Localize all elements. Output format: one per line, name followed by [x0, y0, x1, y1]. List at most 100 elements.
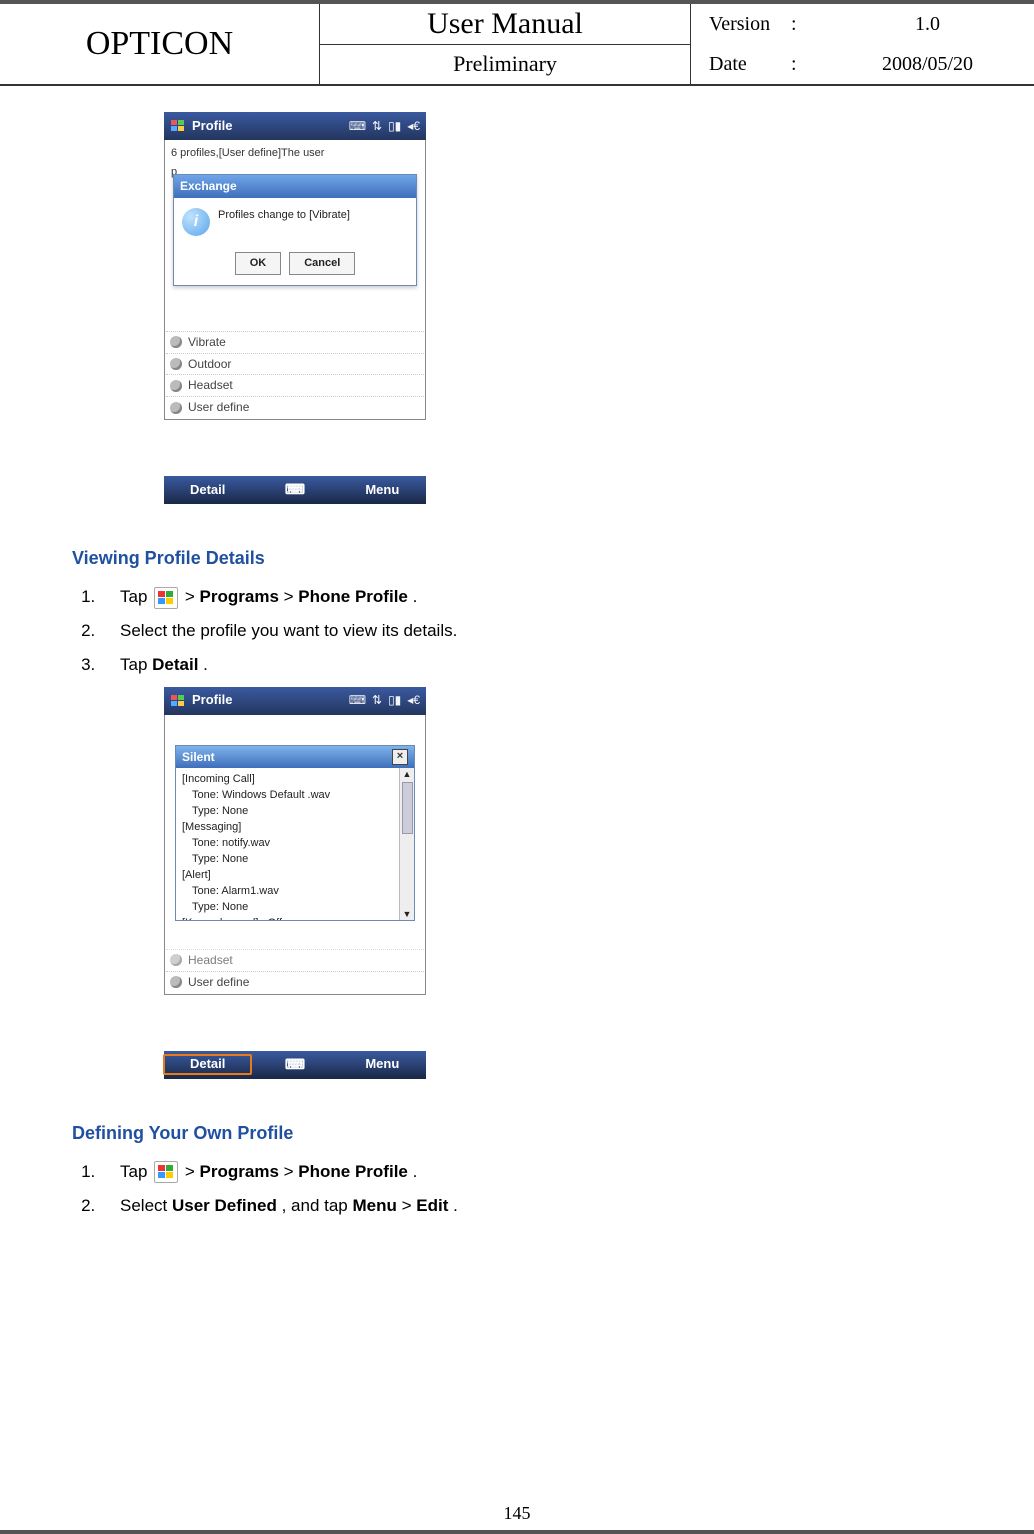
- detail-line: Type: None: [182, 900, 408, 916]
- profile-list-behind: Headset User define: [166, 949, 424, 993]
- start-icon: [154, 1161, 178, 1183]
- date-label: Date: [691, 53, 791, 76]
- version-label: Version: [691, 13, 791, 36]
- list-item[interactable]: Headset: [166, 374, 424, 396]
- text: >: [284, 587, 299, 606]
- heading-defining-own-profile: Defining Your Own Profile: [72, 1121, 962, 1146]
- text: .: [413, 587, 418, 606]
- detail-line: Tone: notify.wav: [182, 836, 408, 852]
- dialog-message: Profiles change to [Vibrate]: [218, 208, 350, 223]
- start-icon[interactable]: [170, 693, 186, 709]
- bullet-icon: [170, 336, 182, 348]
- signal-icon: ▯▮: [388, 692, 401, 709]
- page-number: 145: [0, 1503, 1034, 1524]
- softkey-detail[interactable]: Detail: [164, 481, 251, 499]
- text: , and tap: [282, 1196, 353, 1215]
- softkey-keyboard-icon[interactable]: ⌨: [251, 1055, 338, 1075]
- header-mid: User Manual Preliminary: [320, 4, 690, 84]
- titlebar: Profile ⌨ ⇅ ▯▮ ◂€: [164, 687, 426, 715]
- softkey-menu[interactable]: Menu: [339, 481, 426, 499]
- start-icon: [154, 587, 178, 609]
- softkey-bar: Detail ⌨ Menu: [164, 1051, 426, 1079]
- doc-subtitle: Preliminary: [320, 45, 690, 85]
- date-value: 2008/05/20: [821, 53, 1034, 76]
- volume-icon: ◂€: [407, 118, 420, 135]
- text: .: [453, 1196, 458, 1215]
- softkey-detail[interactable]: Detail: [164, 1055, 251, 1073]
- menu-label: Menu: [352, 1196, 396, 1215]
- scrollbar[interactable]: ▲ ▼: [399, 768, 414, 920]
- list-item[interactable]: User define: [166, 396, 424, 418]
- volume-icon: ◂€: [407, 692, 420, 709]
- softkey-bar: Detail ⌨ Menu: [164, 476, 426, 504]
- list-item[interactable]: Vibrate: [166, 331, 424, 353]
- steps-defining: Tap > Programs > Phone Profile . Select …: [100, 1160, 962, 1218]
- profile-list: Vibrate Outdoor Headset User define: [166, 331, 424, 418]
- titlebar: Profile ⌨ ⇅ ▯▮ ◂€: [164, 112, 426, 140]
- detail-line: Tone: Alarm1.wav: [182, 884, 408, 900]
- bullet-icon: [170, 380, 182, 392]
- list-item-label: User define: [188, 974, 249, 991]
- text: Select: [120, 1196, 172, 1215]
- bullet-icon: [170, 954, 182, 966]
- list-item[interactable]: User define: [166, 971, 424, 993]
- softkey-keyboard-icon[interactable]: ⌨: [251, 480, 338, 500]
- scroll-thumb[interactable]: [402, 782, 413, 834]
- step: Select User Defined , and tap Menu > Edi…: [100, 1194, 962, 1218]
- text: Tap: [120, 655, 152, 674]
- text: Tap: [120, 587, 152, 606]
- detail-line: Type: None: [182, 804, 408, 820]
- user-defined-label: User Defined: [172, 1196, 277, 1215]
- text: .: [203, 655, 208, 674]
- text: .: [413, 1162, 418, 1181]
- colon: :: [791, 13, 821, 36]
- cancel-button[interactable]: Cancel: [289, 252, 355, 275]
- phone-profile-label: Phone Profile: [298, 587, 408, 606]
- list-item[interactable]: Outdoor: [166, 353, 424, 375]
- detail-line: [Alert]: [182, 868, 408, 884]
- programs-label: Programs: [200, 1162, 279, 1181]
- doc-title: User Manual: [320, 4, 690, 45]
- keyboard-icon: ⌨: [349, 118, 366, 135]
- version-value: 1.0: [821, 13, 1034, 36]
- detail-label: Detail: [152, 655, 198, 674]
- detail-line: Type: None: [182, 852, 408, 868]
- scroll-up-icon[interactable]: ▲: [403, 768, 412, 781]
- list-item-label: Vibrate: [188, 334, 226, 351]
- phone-profile-label: Phone Profile: [298, 1162, 408, 1181]
- programs-label: Programs: [200, 587, 279, 606]
- detail-line: [Keypad sound] : Off: [182, 916, 408, 921]
- text: >: [185, 1162, 200, 1181]
- step: Tap Detail .: [100, 653, 962, 677]
- text: >: [284, 1162, 299, 1181]
- start-icon[interactable]: [170, 118, 186, 134]
- brand: OPTICON: [0, 4, 320, 84]
- ok-button[interactable]: OK: [235, 252, 282, 275]
- bullet-icon: [170, 976, 182, 988]
- list-item-label: Headset: [188, 952, 233, 969]
- softkey-menu[interactable]: Menu: [339, 1055, 426, 1073]
- sync-icon: ⇅: [372, 692, 382, 709]
- step: Select the profile you want to view its …: [100, 619, 962, 643]
- tray-icons: ⌨ ⇅ ▯▮ ◂€: [349, 692, 420, 709]
- step: Tap > Programs > Phone Profile .: [100, 585, 962, 609]
- info-icon: i: [182, 208, 210, 236]
- screenshot-exchange-dialog: Profile ⌨ ⇅ ▯▮ ◂€ 6 profiles,[User defin…: [164, 112, 426, 504]
- scroll-down-icon[interactable]: ▼: [403, 908, 412, 921]
- list-item-label: User define: [188, 399, 249, 416]
- list-item[interactable]: Headset: [166, 949, 424, 971]
- screenshot-silent-details: Profile ⌨ ⇅ ▯▮ ◂€ Silent × [Incomin: [164, 687, 426, 1079]
- hint-line1: 6 profiles,[User define]The user: [171, 146, 419, 161]
- text: Select the profile you want to view its …: [120, 621, 457, 640]
- list-item-label: Headset: [188, 377, 233, 394]
- signal-icon: ▯▮: [388, 118, 401, 135]
- dialog-title: Exchange: [174, 175, 416, 198]
- titlebar-text: Profile: [192, 117, 349, 135]
- steps-viewing: Tap > Programs > Phone Profile . Select …: [100, 585, 962, 676]
- exchange-dialog: Exchange i Profiles change to [Vibrate] …: [173, 174, 417, 286]
- step: Tap > Programs > Phone Profile .: [100, 1160, 962, 1184]
- close-icon[interactable]: ×: [392, 749, 408, 765]
- colon: :: [791, 53, 821, 76]
- tray-icons: ⌨ ⇅ ▯▮ ◂€: [349, 118, 420, 135]
- text: Tap: [120, 1162, 152, 1181]
